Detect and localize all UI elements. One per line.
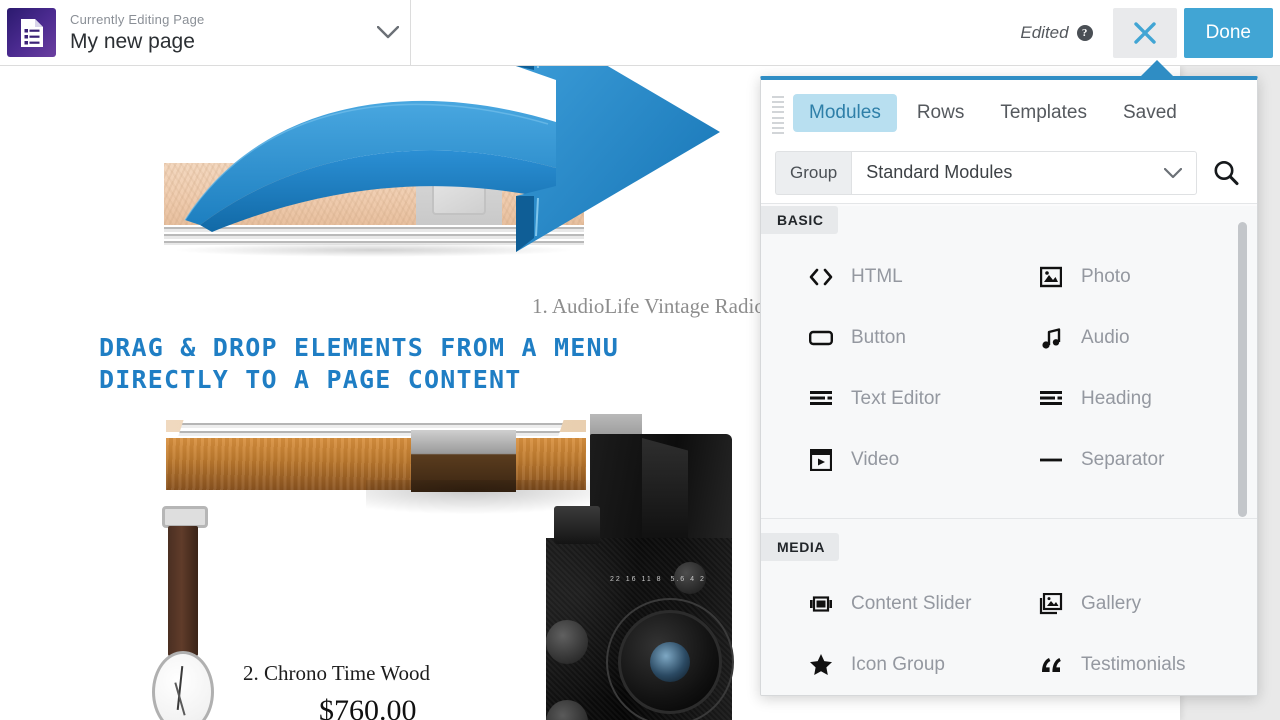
drag-handle-icon[interactable] — [772, 96, 784, 134]
panel-tabs: Modules Rows Templates Saved — [793, 94, 1193, 132]
page-selector[interactable]: Currently Editing Page My new page — [0, 0, 411, 65]
panel-header: Modules Rows Templates Saved — [761, 80, 1257, 142]
scrollbar-thumb[interactable] — [1238, 222, 1247, 517]
code-brackets-icon — [809, 265, 833, 289]
module-label: Separator — [1081, 448, 1165, 470]
text-lines-icon — [1039, 387, 1063, 411]
tab-modules[interactable]: Modules — [793, 94, 897, 132]
edited-status: Edited ? — [1020, 22, 1093, 43]
product-caption-2: 2. Chrono Time Wood — [243, 661, 430, 685]
edited-label: Edited — [1020, 22, 1069, 42]
top-bar-actions: Edited ? Done — [1020, 0, 1280, 65]
annotation-line-2: DIRECTLY TO A PAGE CONTENT — [99, 365, 522, 394]
editing-label: Currently Editing Page — [70, 11, 205, 27]
chevron-down-icon[interactable] — [366, 0, 410, 65]
star-icon — [809, 653, 833, 677]
tab-rows[interactable]: Rows — [901, 94, 981, 132]
vintage-radio-photo — [164, 163, 584, 257]
module-html[interactable]: HTML — [761, 246, 1009, 307]
module-label: Testimonials — [1081, 653, 1186, 675]
module-label: Text Editor — [851, 387, 941, 409]
tab-saved[interactable]: Saved — [1107, 94, 1193, 132]
module-separator[interactable]: Separator — [1009, 429, 1257, 490]
module-testimonials[interactable]: Testimonials — [1009, 634, 1257, 695]
module-gallery[interactable]: Gallery — [1009, 573, 1257, 634]
module-label: Photo — [1081, 265, 1131, 287]
vertical-scrollbar[interactable] — [1238, 212, 1252, 689]
group-label: Group — [775, 150, 852, 195]
section-media: MEDIA Content Slider Gallery Icon Group … — [761, 533, 1257, 695]
module-video[interactable]: Video — [761, 429, 1009, 490]
gallery-stack-icon — [1039, 592, 1063, 616]
page-title: My new page — [70, 29, 195, 53]
module-label: Audio — [1081, 326, 1130, 348]
annotation-text: DRAG & DROP ELEMENTS FROM A MENU DIRECTL… — [99, 332, 739, 396]
module-heading[interactable]: Heading — [1009, 368, 1257, 429]
group-select[interactable]: Standard Modules — [851, 150, 1197, 195]
product-caption-1: 1. AudioLife Vintage Radio — [532, 294, 765, 318]
video-clapper-icon — [809, 448, 833, 472]
top-bar: Currently Editing Page My new page Edite… — [0, 0, 1280, 66]
product-price-2: $760.00 — [319, 694, 417, 720]
button-rectangle-icon — [809, 326, 833, 350]
photo-icon — [1039, 265, 1063, 289]
basic-module-grid: HTML Photo Button Audio Text Editor Head… — [761, 234, 1257, 508]
module-label: Content Slider — [851, 592, 972, 614]
close-x-icon[interactable] — [1112, 7, 1177, 58]
app-root: 22 16 11 8 5.6 4 2.8 1. AudioLife Vintag… — [0, 0, 1280, 720]
module-label: Video — [851, 448, 900, 470]
section-title-basic: BASIC — [761, 206, 838, 234]
document-list-icon — [7, 8, 56, 57]
module-audio[interactable]: Audio — [1009, 307, 1257, 368]
module-label: Icon Group — [851, 653, 945, 675]
chevron-down-icon — [1163, 166, 1183, 184]
wood-watch-photo — [148, 506, 222, 720]
panel-pointer — [1140, 60, 1174, 77]
search-icon[interactable] — [1209, 156, 1243, 190]
section-divider — [761, 518, 1257, 519]
builder-panel: Modules Rows Templates Saved Group Stand… — [760, 76, 1258, 696]
done-button[interactable]: Done — [1183, 7, 1273, 58]
annotation-line-1: DRAG & DROP ELEMENTS FROM A MENU — [99, 333, 620, 362]
horizontal-rule-icon — [1039, 448, 1063, 472]
module-label: HTML — [851, 265, 903, 287]
section-title-media: MEDIA — [761, 533, 840, 561]
module-text-editor[interactable]: Text Editor — [761, 368, 1009, 429]
media-module-grid: Content Slider Gallery Icon Group Testim… — [761, 561, 1257, 695]
module-content-slider[interactable]: Content Slider — [761, 573, 1009, 634]
section-basic: BASIC HTML Photo Button Audio Text Edito… — [761, 206, 1257, 519]
module-label: Gallery — [1081, 592, 1142, 614]
question-mark-icon[interactable]: ? — [1076, 24, 1093, 41]
module-label: Heading — [1081, 387, 1152, 409]
tab-templates[interactable]: Templates — [984, 94, 1103, 132]
module-photo[interactable]: Photo — [1009, 246, 1257, 307]
module-label: Button — [851, 326, 906, 348]
slider-icon — [809, 592, 833, 616]
module-list[interactable]: BASIC HTML Photo Button Audio Text Edito… — [761, 206, 1257, 695]
module-icon-group[interactable]: Icon Group — [761, 634, 1009, 695]
text-lines-icon — [809, 387, 833, 411]
group-select-value: Standard Modules — [866, 162, 1013, 182]
music-note-icon — [1039, 326, 1063, 350]
module-button[interactable]: Button — [761, 307, 1009, 368]
quote-marks-icon — [1039, 653, 1063, 677]
vintage-camera-photo: 22 16 11 8 5.6 4 2.8 — [516, 414, 734, 720]
panel-toolbar: Group Standard Modules — [761, 142, 1257, 204]
